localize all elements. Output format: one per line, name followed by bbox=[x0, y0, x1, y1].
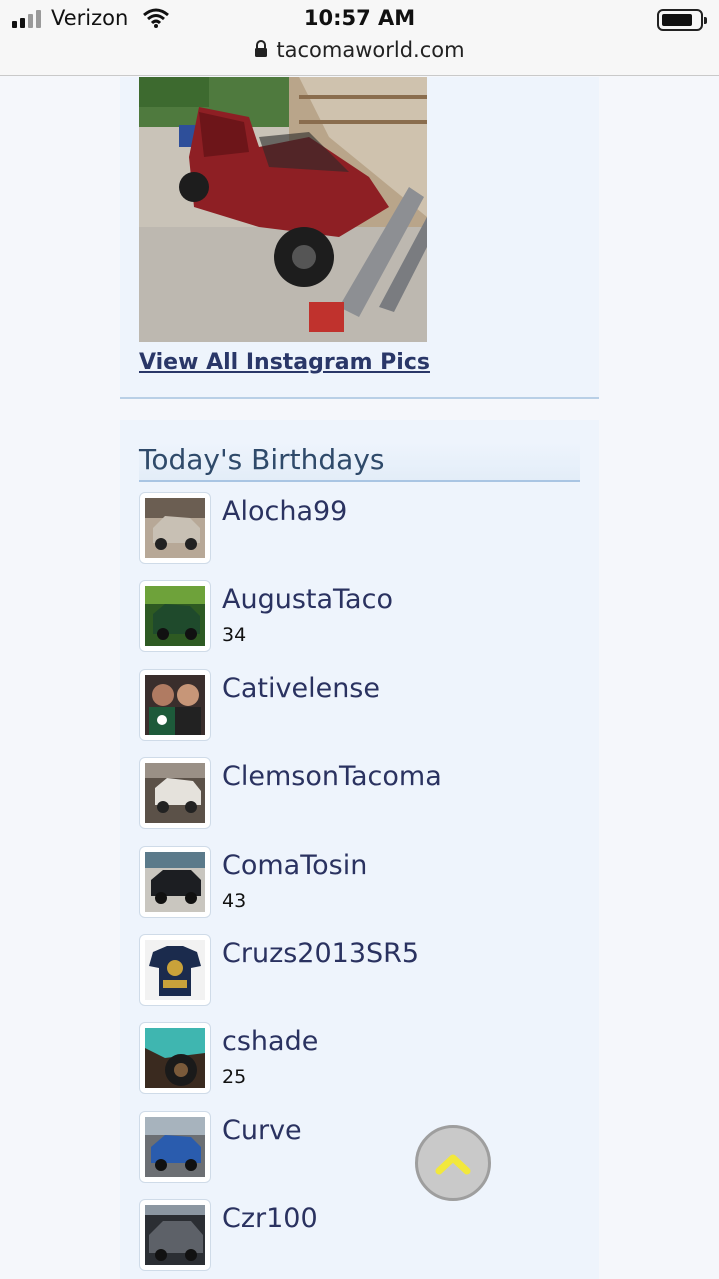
url-text: tacomaworld.com bbox=[276, 38, 465, 62]
battery-icon bbox=[657, 9, 707, 31]
lock-icon bbox=[255, 40, 268, 57]
birthday-member: AugustaTaco 34 bbox=[139, 580, 580, 668]
avatar[interactable] bbox=[139, 668, 211, 741]
member-name[interactable]: Alocha99 bbox=[222, 496, 347, 527]
birthday-list: Alocha99 AugustaTaco 34 Cativelense Clem… bbox=[139, 492, 580, 1279]
address-bar[interactable]: tacomaworld.com bbox=[0, 38, 719, 62]
birthday-member: Cruzs2013SR5 bbox=[139, 933, 580, 1022]
member-age: 34 bbox=[222, 624, 247, 647]
instagram-photo[interactable] bbox=[139, 77, 427, 342]
birthday-member: ClemsonTacoma bbox=[139, 757, 580, 845]
avatar[interactable] bbox=[139, 845, 211, 918]
birthday-member: Alocha99 bbox=[139, 492, 580, 580]
member-age: 25 bbox=[222, 1066, 247, 1089]
avatar[interactable] bbox=[139, 1199, 211, 1272]
chevron-up-icon bbox=[435, 1154, 471, 1175]
scroll-to-top-button[interactable] bbox=[415, 1125, 491, 1201]
member-name[interactable]: AugustaTaco bbox=[222, 584, 393, 615]
avatar[interactable] bbox=[139, 1110, 211, 1183]
birthdays-title: Today's Birthdays bbox=[139, 443, 385, 476]
member-name[interactable]: ClemsonTacoma bbox=[222, 761, 442, 792]
avatar[interactable] bbox=[139, 1022, 211, 1095]
instagram-widget: View All Instagram Pics bbox=[120, 77, 599, 399]
member-name[interactable]: Czr100 bbox=[222, 1203, 318, 1234]
ios-status-bar: Verizon 10:57 AM tacomaworld.com bbox=[0, 0, 719, 76]
avatar[interactable] bbox=[139, 580, 211, 653]
member-name[interactable]: cshade bbox=[222, 1026, 318, 1057]
birthdays-widget: Today's Birthdays Alocha99 AugustaTaco 3… bbox=[120, 420, 599, 1279]
avatar[interactable] bbox=[139, 492, 211, 564]
birthday-member: cshade 25 bbox=[139, 1022, 580, 1110]
member-name[interactable]: Cativelense bbox=[222, 673, 380, 704]
birthday-member: ComaTosin 43 bbox=[139, 845, 580, 934]
member-name[interactable]: ComaTosin bbox=[222, 850, 367, 881]
birthday-member: Curve bbox=[139, 1110, 580, 1199]
member-age: 43 bbox=[222, 889, 247, 912]
clock: 10:57 AM bbox=[303, 6, 416, 30]
avatar[interactable] bbox=[139, 933, 211, 1006]
birthdays-header: Today's Birthdays bbox=[139, 442, 580, 482]
member-name[interactable]: Curve bbox=[222, 1115, 302, 1146]
avatar[interactable] bbox=[139, 757, 211, 830]
birthday-member: Cativelense bbox=[139, 668, 580, 757]
birthday-member: Czr100 bbox=[139, 1199, 580, 1279]
member-name[interactable]: Cruzs2013SR5 bbox=[222, 938, 419, 969]
view-all-instagram-link[interactable]: View All Instagram Pics bbox=[139, 350, 430, 375]
